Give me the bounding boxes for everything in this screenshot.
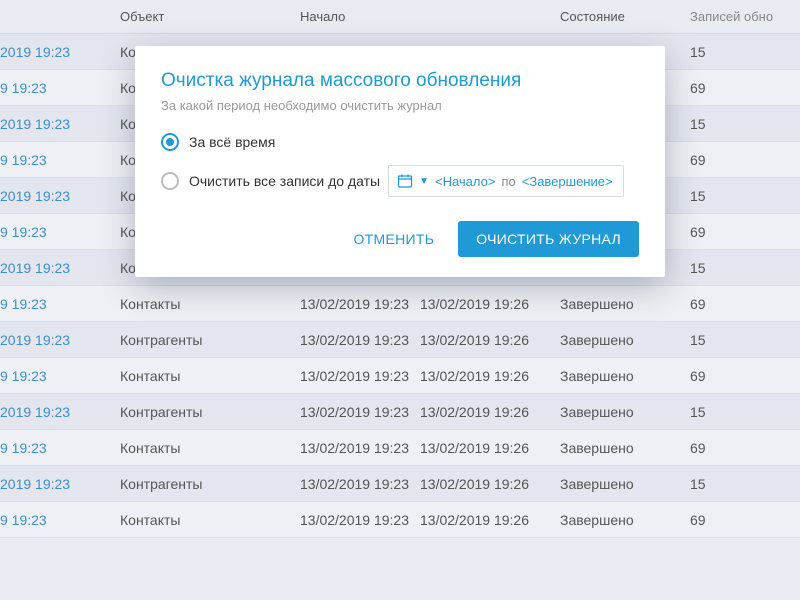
cell-created: 9 19:23 <box>0 368 120 384</box>
col-header-state: Состояние <box>560 9 690 24</box>
date-start-placeholder: <Начало> <box>435 174 495 189</box>
clear-log-dialog: Очистка журнала массового обновления За … <box>135 46 665 277</box>
cell-object: Контакты <box>120 368 300 384</box>
date-end-placeholder: <Завершение> <box>522 174 613 189</box>
cell-created: 9 19:23 <box>0 512 120 528</box>
cell-count: 15 <box>690 116 780 132</box>
cell-count: 15 <box>690 404 780 420</box>
cell-start: 13/02/2019 19:23 <box>300 404 420 420</box>
table-row[interactable]: 2019 19:23Контрагенты13/02/2019 19:2313/… <box>0 394 800 430</box>
table-row[interactable]: 9 19:23Контакты13/02/2019 19:2313/02/201… <box>0 502 800 538</box>
cell-created: 9 19:23 <box>0 224 120 240</box>
cell-start: 13/02/2019 19:23 <box>300 512 420 528</box>
cell-end: 13/02/2019 19:26 <box>420 476 560 492</box>
cell-start: 13/02/2019 19:23 <box>300 476 420 492</box>
chevron-down-icon: ▼ <box>419 176 429 187</box>
radio-label: За всё время <box>189 134 275 150</box>
cell-start: 13/02/2019 19:23 <box>300 332 420 348</box>
radio-label: Очистить все записи до даты <box>189 173 380 189</box>
cell-count: 15 <box>690 476 780 492</box>
cell-created: 2019 19:23 <box>0 44 120 60</box>
cell-object: Контрагенты <box>120 404 300 420</box>
cell-state: Завершено <box>560 512 690 528</box>
radio-option-all[interactable]: За всё время <box>161 133 639 151</box>
cell-object: Контакты <box>120 440 300 456</box>
cell-start: 13/02/2019 19:23 <box>300 368 420 384</box>
radio-option-until-date[interactable]: Очистить все записи до даты ▼ <Начало> п… <box>161 165 639 197</box>
cell-end: 13/02/2019 19:26 <box>420 404 560 420</box>
cell-created: 9 19:23 <box>0 440 120 456</box>
cell-end: 13/02/2019 19:26 <box>420 368 560 384</box>
cell-end: 13/02/2019 19:26 <box>420 512 560 528</box>
cell-created: 2019 19:23 <box>0 260 120 276</box>
table-row[interactable]: 9 19:23Контакты13/02/2019 19:2313/02/201… <box>0 430 800 466</box>
cell-count: 15 <box>690 332 780 348</box>
cell-state: Завершено <box>560 368 690 384</box>
cell-end: 13/02/2019 19:26 <box>420 440 560 456</box>
cell-count: 69 <box>690 80 780 96</box>
col-header-object: Объект <box>120 9 300 24</box>
cell-created: 9 19:23 <box>0 80 120 96</box>
cell-created: 2019 19:23 <box>0 332 120 348</box>
cell-created: 2019 19:23 <box>0 116 120 132</box>
cell-created: 9 19:23 <box>0 152 120 168</box>
cell-count: 69 <box>690 512 780 528</box>
cell-created: 2019 19:23 <box>0 476 120 492</box>
cell-object: Контрагенты <box>120 476 300 492</box>
dialog-subtitle: За какой период необходимо очистить журн… <box>161 98 639 113</box>
clear-log-button[interactable]: ОЧИСТИТЬ ЖУРНАЛ <box>458 221 639 257</box>
table-row[interactable]: 2019 19:23Контрагенты13/02/2019 19:2313/… <box>0 466 800 502</box>
cell-end: 13/02/2019 19:26 <box>420 296 560 312</box>
cell-count: 69 <box>690 224 780 240</box>
cell-created: 2019 19:23 <box>0 404 120 420</box>
cell-state: Завершено <box>560 332 690 348</box>
cell-state: Завершено <box>560 476 690 492</box>
cell-count: 69 <box>690 152 780 168</box>
col-header-count: Записей обно <box>690 9 780 24</box>
cell-count: 69 <box>690 296 780 312</box>
calendar-icon <box>397 173 413 189</box>
cell-state: Завершено <box>560 296 690 312</box>
dialog-actions: ОТМЕНИТЬ ОЧИСТИТЬ ЖУРНАЛ <box>161 221 639 257</box>
dialog-title: Очистка журнала массового обновления <box>161 70 639 92</box>
cell-created: 2019 19:23 <box>0 188 120 204</box>
cell-end: 13/02/2019 19:26 <box>420 332 560 348</box>
cell-count: 69 <box>690 368 780 384</box>
cell-count: 15 <box>690 188 780 204</box>
cell-object: Контакты <box>120 296 300 312</box>
cell-object: Контакты <box>120 512 300 528</box>
table-row[interactable]: 2019 19:23Контрагенты13/02/2019 19:2313/… <box>0 322 800 358</box>
cell-state: Завершено <box>560 440 690 456</box>
cell-count: 15 <box>690 44 780 60</box>
cell-object: Контрагенты <box>120 332 300 348</box>
cell-start: 13/02/2019 19:23 <box>300 440 420 456</box>
cell-count: 69 <box>690 440 780 456</box>
table-row[interactable]: 9 19:23Контакты13/02/2019 19:2313/02/201… <box>0 358 800 394</box>
date-range-picker[interactable]: ▼ <Начало> по <Завершение> <box>388 165 624 197</box>
cancel-button[interactable]: ОТМЕНИТЬ <box>347 223 440 255</box>
col-header-start: Начало <box>300 9 420 24</box>
table-header: Объект Начало Состояние Записей обно <box>0 0 800 34</box>
date-range-separator: по <box>501 174 515 189</box>
table-row[interactable]: 9 19:23Контакты13/02/2019 19:2313/02/201… <box>0 286 800 322</box>
cell-start: 13/02/2019 19:23 <box>300 296 420 312</box>
cell-created: 9 19:23 <box>0 296 120 312</box>
radio-icon <box>161 172 179 190</box>
cell-state: Завершено <box>560 404 690 420</box>
cell-count: 15 <box>690 260 780 276</box>
radio-icon <box>161 133 179 151</box>
